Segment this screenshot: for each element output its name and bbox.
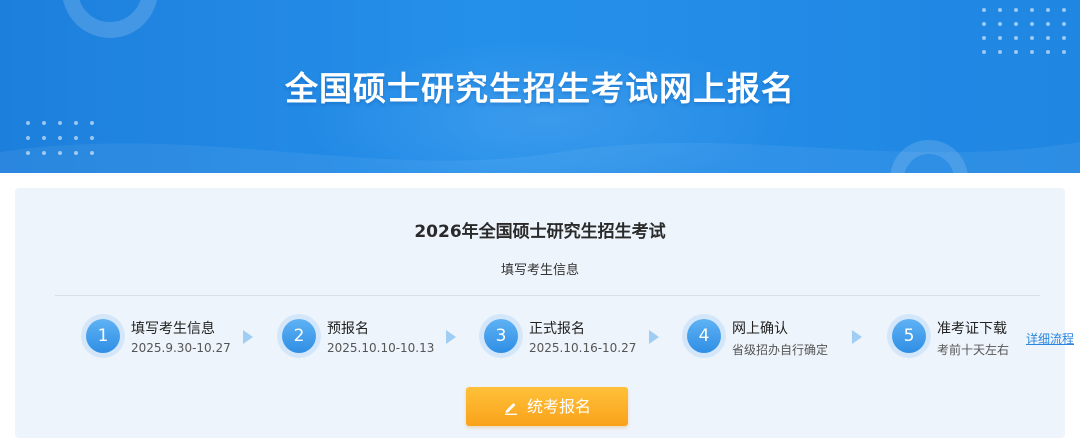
decorative-ring (62, 0, 158, 38)
unified-exam-apply-button[interactable]: 统考报名 (466, 387, 628, 426)
header-banner: 全国硕士研究生招生考试网上报名 (0, 0, 1080, 173)
step-number-badge: 5 (887, 314, 931, 358)
step-date: 2025.9.30-10.27 (131, 341, 231, 355)
pencil-icon (504, 403, 517, 415)
step-number-badge: 4 (682, 314, 726, 358)
step-name: 准考证下载 (937, 321, 1007, 337)
step-name: 正式报名 (529, 321, 585, 337)
registration-panel: 2026年全国硕士研究生招生考试 填写考生信息 1 填写考生信息 2025.9.… (15, 188, 1074, 438)
decorative-dots (982, 8, 1066, 54)
exam-title: 2026年全国硕士研究生招生考试 (414, 222, 666, 242)
step-arrow-icon (243, 330, 253, 344)
apply-button-label: 统考报名 (526, 397, 591, 416)
step-date: 2025.10.16-10.27 (529, 341, 637, 355)
step-number-badge: 3 (479, 314, 523, 358)
decorative-dots (26, 121, 94, 155)
step-arrow-icon (649, 330, 659, 344)
detailed-process-link[interactable]: 详细流程 (1026, 330, 1074, 347)
step-name: 预报名 (327, 321, 369, 337)
step-date: 考前十天左右 (937, 343, 1010, 357)
page-title: 全国硕士研究生招生考试网上报名 (285, 69, 795, 108)
decorative-wave (0, 142, 1080, 173)
step-arrow-icon (446, 330, 456, 344)
step-date: 省级招办自行确定 (732, 343, 829, 357)
step-name: 填写考生信息 (131, 321, 215, 337)
step-date: 2025.10.10-10.13 (327, 341, 435, 355)
step-number-badge: 2 (277, 314, 321, 358)
step-number-badge: 1 (81, 314, 125, 358)
step-name: 网上确认 (732, 321, 788, 337)
divider (55, 295, 1040, 296)
step-arrow-icon (852, 330, 862, 344)
current-stage-label: 填写考生信息 (500, 263, 579, 278)
